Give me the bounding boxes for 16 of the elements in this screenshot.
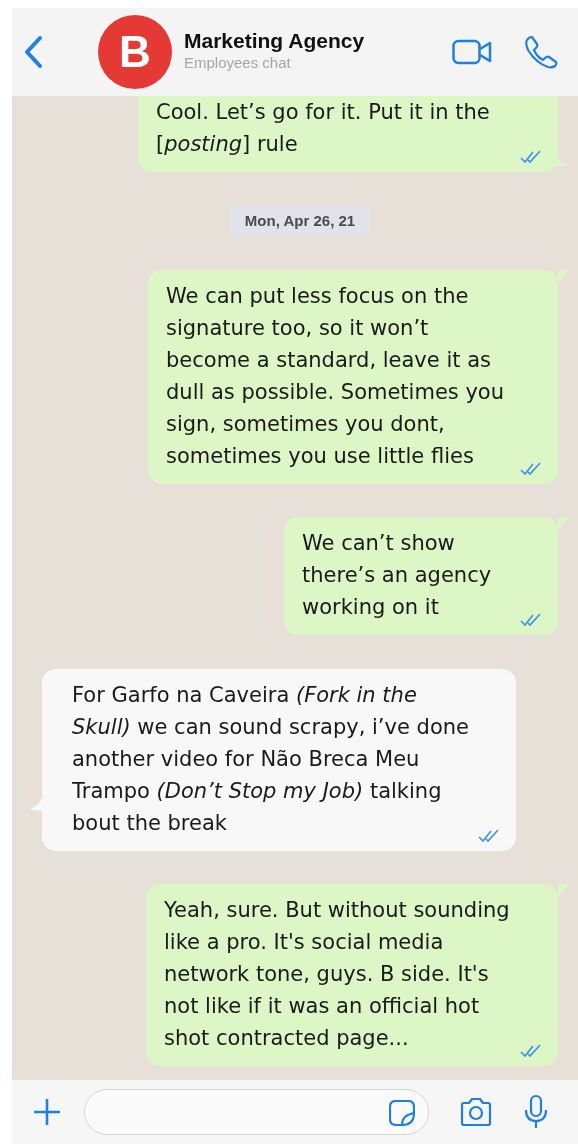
chat-subtitle: Employees chat	[184, 54, 292, 71]
camera-icon[interactable]	[459, 1097, 493, 1127]
message-text: Cool. Let’s go for it. Put it in the [posting] rule	[156, 99, 491, 158]
sticker-icon[interactable]	[389, 1100, 415, 1126]
add-icon[interactable]	[32, 1097, 62, 1127]
message-text: We can put less focus on the signature too, so it won’t become a standard, leave it as dull as possible. Sometimes you sign, sometimes you dont, sometimes you use little flies	[166, 282, 505, 470]
date-chip: Mon, Apr 26, 21	[230, 205, 370, 237]
message-text: For Garfo na Caveira (Fork in the Skull) we can sound scrapy, i’ve done another video for Não Breca Meu Trampo (Don’t Stop my Job) talking bout the break	[72, 681, 470, 837]
phone-icon[interactable]	[524, 35, 558, 69]
microphone-icon[interactable]	[523, 1094, 549, 1130]
message-input-field[interactable]	[84, 1089, 429, 1135]
video-call-icon[interactable]	[452, 39, 492, 65]
message-text: We can’t show there’s an agency working on it	[302, 530, 493, 622]
message-text: Yeah, sure. But without sounding like a pro. It's social media network tone, guys. B side. It's not like if it was an official hot shot contracted page...	[164, 896, 511, 1052]
avatar: B	[98, 15, 172, 89]
chat-title: Marketing Agency	[184, 29, 366, 53]
